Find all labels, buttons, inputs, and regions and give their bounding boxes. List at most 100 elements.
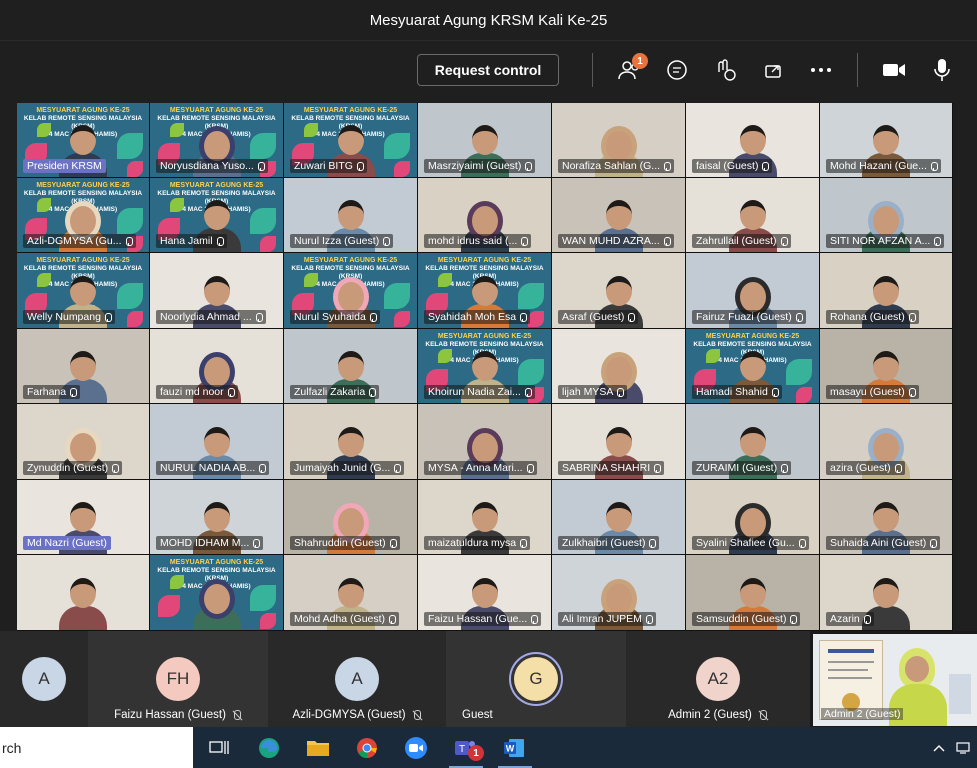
video-tile[interactable]: Asraf (Guest) (552, 253, 686, 329)
video-tile[interactable]: Rohana (Guest) (820, 253, 953, 329)
taskbar-search-box[interactable]: rch (0, 727, 193, 768)
video-tile[interactable]: fauzi md noor (150, 329, 284, 404)
file-explorer-icon[interactable] (305, 735, 331, 761)
participant-head (739, 282, 766, 312)
video-tile[interactable]: MESYUARAT AGUNG KE-25 KELAB REMOTE SENSIN… (418, 329, 552, 404)
video-tile[interactable]: Jumaiyah Junid (G... (284, 404, 418, 480)
participant-name: fauzi md noor (160, 386, 224, 398)
banner-line: MESYUARAT AGUNG KE-25 (169, 182, 264, 189)
strip-tile[interactable]: G Guest (446, 631, 626, 727)
svg-text:T: T (459, 744, 465, 755)
video-tile[interactable]: ZURAIMI (Guest) (686, 404, 820, 480)
video-tile[interactable]: MESYUARAT AGUNG KE-25 KELAB REMOTE SENSIN… (284, 103, 418, 178)
video-tile[interactable]: Farhana (17, 329, 150, 404)
video-tile[interactable]: Masrziyaimi (Guest) (418, 103, 552, 178)
microphone-icon[interactable] (927, 55, 957, 85)
participant-name: mohd idrus said (... (428, 235, 518, 247)
participant-name-label: Mohd Adha (Guest) (290, 612, 400, 626)
network-icon[interactable] (955, 735, 975, 761)
participant-name-label: lijah MYSA (558, 385, 628, 399)
chat-icon[interactable] (662, 55, 692, 85)
share-icon[interactable] (758, 55, 788, 85)
video-tile[interactable]: Syalini Shafiee (Gu... (686, 480, 820, 555)
request-control-button[interactable]: Request control (417, 54, 559, 86)
self-video-tile[interactable]: Admin 2 (Guest) (813, 634, 977, 726)
video-tile[interactable]: MESYUARAT AGUNG KE-25 KELAB REMOTE SENSIN… (17, 178, 150, 253)
video-tile[interactable]: Nurul Izza (Guest) (284, 178, 418, 253)
participant-name-label: Mohd Hazani (Gue... (826, 159, 941, 173)
strip-tile[interactable]: A2 Admin 2 (Guest) (626, 631, 810, 727)
video-tile[interactable]: maizatuldura mysa (418, 480, 552, 555)
video-tile[interactable]: masayu (Guest) (820, 329, 953, 404)
strip-tile[interactable]: FH Faizu Hassan (Guest) (88, 631, 268, 727)
camera-icon[interactable] (879, 55, 909, 85)
video-tile[interactable]: MESYUARAT AGUNG KE-25 KELAB REMOTE SENSIN… (17, 103, 150, 178)
video-tile[interactable]: MESYUARAT AGUNG KE-25 KELAB REMOTE SENSIN… (686, 329, 820, 404)
participant-name: Mohd Hazani (Gue... (830, 160, 927, 172)
avatar: A (335, 657, 379, 701)
video-tile[interactable]: MOHD IDHAM M... (150, 480, 284, 555)
chrome-icon[interactable] (354, 735, 380, 761)
word-icon[interactable]: W (501, 735, 527, 761)
video-tile[interactable]: SITI NOR AFZAN A... (820, 178, 953, 253)
video-tile[interactable]: Zulfazli Zakaria (284, 329, 418, 404)
mic-icon (519, 538, 528, 548)
participants-icon[interactable]: 1 (614, 53, 648, 85)
video-tile[interactable]: Samsuddin (Guest) (686, 555, 820, 631)
video-tile[interactable]: mohd idrus said (... (418, 178, 552, 253)
participant-name: ZURAIMI (Guest) (696, 462, 778, 474)
video-tile[interactable]: MESYUARAT AGUNG KE-25 KELAB REMOTE SENSIN… (150, 555, 284, 631)
video-tile[interactable]: azira (Guest) (820, 404, 953, 480)
video-tile[interactable]: Norafiza Sahlan (G... (552, 103, 686, 178)
video-tile[interactable]: Mohd Adha (Guest) (284, 555, 418, 631)
zoom-icon[interactable] (403, 735, 429, 761)
video-tile[interactable]: MESYUARAT AGUNG KE-25 KELAB REMOTE SENSIN… (17, 253, 150, 329)
show-hidden-icons-icon[interactable] (932, 735, 946, 761)
video-tile[interactable]: Azarin (820, 555, 953, 631)
banner-decoration (260, 613, 276, 629)
video-tile[interactable]: lijah MYSA (552, 329, 686, 404)
edge-icon[interactable] (256, 735, 282, 761)
avatar: G (514, 657, 558, 701)
video-tile[interactable]: Shahruddin (Guest) (284, 480, 418, 555)
svg-text:W: W (506, 744, 515, 754)
mic-icon (771, 387, 779, 397)
video-tile[interactable]: Ali Imran JUPEM (552, 555, 686, 631)
participant-name: Zuwari BITG (294, 160, 353, 172)
reactions-icon[interactable] (710, 55, 740, 85)
participant-name: SABRINA SHAHRI (562, 462, 651, 474)
video-tile[interactable]: MESYUARAT AGUNG KE-25 KELAB REMOTE SENSIN… (284, 253, 418, 329)
mic-icon (761, 161, 770, 171)
mic-icon (252, 538, 261, 548)
mic-icon (69, 387, 78, 397)
video-tile[interactable]: faisal (Guest) (686, 103, 820, 178)
video-tile[interactable]: SABRINA SHAHRI (552, 404, 686, 480)
video-tile[interactable]: Md Nazri (Guest) (17, 480, 150, 555)
video-tile[interactable]: Noorlydia Ahmad ... (150, 253, 284, 329)
participant-name: Welly Numpang (27, 311, 101, 323)
video-tile[interactable]: MYSA - Anna Mari... (418, 404, 552, 480)
video-tile[interactable]: Mohd Hazani (Gue... (820, 103, 953, 178)
strip-tile[interactable]: A (0, 631, 88, 727)
video-tile[interactable]: MESYUARAT AGUNG KE-25 KELAB REMOTE SENSIN… (418, 253, 552, 329)
video-tile[interactable]: MESYUARAT AGUNG KE-25 KELAB REMOTE SENSIN… (150, 178, 284, 253)
video-tile[interactable] (17, 555, 150, 631)
teams-icon[interactable]: T 1 (452, 735, 484, 761)
participant-name-label: Azarin (826, 612, 874, 626)
video-tile[interactable]: Zahrullail (Guest) (686, 178, 820, 253)
task-view-icon[interactable] (206, 735, 232, 761)
video-tile[interactable]: Faizu Hassan (Gue... (418, 555, 552, 631)
video-tile[interactable]: Suhaida Aini (Guest) (820, 480, 953, 555)
participant-name: Mohd Adha (Guest) (294, 613, 386, 625)
video-tile[interactable]: Fairuz Fuazi (Guest) (686, 253, 820, 329)
video-tile[interactable]: WAN MUHD AZRA... (552, 178, 686, 253)
video-tile[interactable]: NURUL NADIA AB... (150, 404, 284, 480)
video-tile[interactable]: MESYUARAT AGUNG KE-25 KELAB REMOTE SENSIN… (150, 103, 284, 178)
avatar: FH (156, 657, 200, 701)
strip-tile[interactable]: A Azli-DGMYSA (Guest) (268, 631, 446, 727)
mic-icon (393, 463, 402, 473)
participant-name: Asraf (Guest) (562, 311, 625, 323)
video-tile[interactable]: Zulkhaibri (Guest) (552, 480, 686, 555)
video-tile[interactable]: Zynuddin (Guest) (17, 404, 150, 480)
more-icon[interactable] (806, 55, 836, 85)
